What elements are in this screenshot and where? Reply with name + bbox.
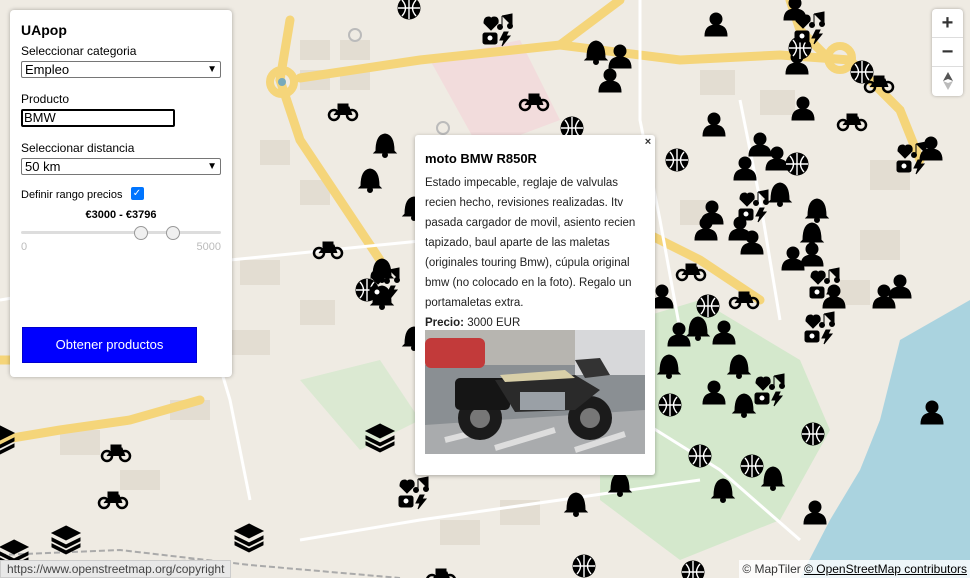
chevron-down-icon: ▼	[207, 161, 217, 172]
product-photo	[425, 330, 645, 454]
product-popup: × moto BMW R850R Estado impecable, regla…	[415, 135, 655, 475]
motorcycle-photo-image	[425, 330, 645, 454]
slider-track	[21, 231, 221, 234]
compass-icon	[942, 72, 953, 90]
distance-label: Seleccionar distancia	[21, 141, 135, 155]
price-range-value: €3000 - €3796	[85, 209, 157, 221]
osm-attribution-link[interactable]: © OpenStreetMap contributors	[804, 562, 967, 576]
popup-title: moto BMW R850R	[425, 151, 537, 166]
category-select-wrap: Empleo ▼	[21, 61, 221, 78]
category-select[interactable]: Empleo ▼	[21, 61, 221, 78]
price-range-checkbox[interactable]: ✓	[130, 186, 144, 200]
price-range-row: Definir rango precios ✓	[21, 186, 221, 201]
maptiler-attribution: © MapTiler	[742, 562, 801, 576]
map-attribution: © MapTiler © OpenStreetMap contributors	[739, 560, 970, 578]
chevron-down-icon: ▼	[207, 64, 217, 75]
slider-handle-max[interactable]	[165, 226, 180, 240]
zoom-control: + −	[932, 9, 963, 96]
status-url: https://www.openstreetmap.org/copyright	[0, 560, 232, 578]
zoom-in-button[interactable]: +	[932, 9, 963, 38]
popup-price-value: 3000 EUR	[467, 317, 521, 329]
slider-handle-min[interactable]	[134, 226, 148, 240]
category-select-value: Empleo	[25, 62, 70, 77]
get-products-button[interactable]: Obtener productos	[22, 327, 197, 363]
popup-price-label: Precio:	[425, 317, 464, 329]
category-label: Seleccionar categoria	[21, 44, 137, 58]
product-label: Producto	[21, 92, 70, 106]
distance-select-wrap: 50 km ▼	[21, 158, 221, 175]
price-slider[interactable]	[21, 224, 221, 244]
distance-select[interactable]: 50 km ▼	[21, 158, 221, 175]
app-title: UApop	[21, 22, 67, 38]
close-button[interactable]: ×	[642, 136, 654, 148]
price-range-label: Definir rango precios	[21, 189, 123, 201]
distance-select-value: 50 km	[25, 159, 61, 174]
filter-panel: UApop Seleccionar categoria Empleo ▼ Pro…	[10, 10, 232, 377]
reset-north-button[interactable]	[932, 67, 963, 96]
popup-description: Estado impecable, reglaje de valvulas re…	[425, 177, 636, 309]
zoom-out-button[interactable]: −	[932, 38, 963, 67]
product-input[interactable]: BMW	[21, 109, 175, 127]
